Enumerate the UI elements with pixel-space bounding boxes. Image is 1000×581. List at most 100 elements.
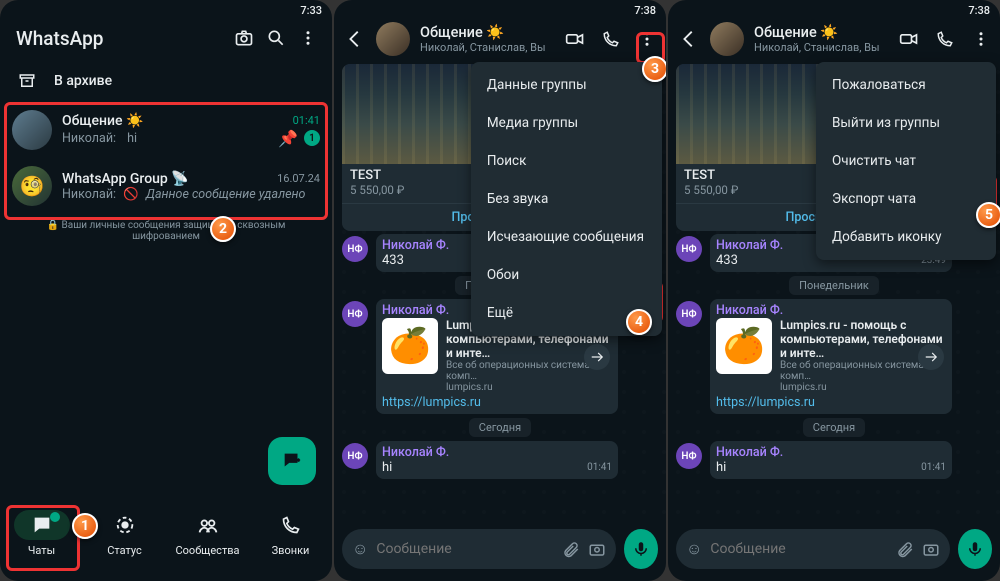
chat-item[interactable]: Общение ☀️ 01:41 Николай: hi 📌 1 <box>0 102 332 158</box>
nav-label: Звонки <box>272 544 310 557</box>
menu-report[interactable]: Пожаловаться <box>816 66 996 104</box>
pin-icon: 📌 <box>278 129 298 148</box>
options-submenu: Пожаловаться Выйти из группы Очистить ча… <box>816 62 996 260</box>
forward-icon[interactable] <box>584 344 610 370</box>
attach-icon[interactable] <box>896 540 914 558</box>
message-in[interactable]: НФ Николай Ф. hi01:41 <box>376 441 618 479</box>
video-call-icon[interactable] <box>894 24 924 54</box>
msg-text: hi <box>382 460 392 475</box>
menu-export-chat[interactable]: Экспорт чата <box>816 180 996 218</box>
attach-icon[interactable] <box>562 540 580 558</box>
sender-avatar: НФ <box>676 443 702 469</box>
avatar[interactable] <box>376 22 410 56</box>
back-icon[interactable] <box>674 28 704 50</box>
link-url[interactable]: https://lumpics.ru <box>716 395 946 410</box>
input-bar: ☺ <box>668 521 1000 581</box>
sender-name: Николай Ф. <box>382 445 612 460</box>
chat-members: Николай, Станислав, Вы <box>754 41 888 54</box>
chat-members: Николай, Станислав, Вы <box>420 41 554 54</box>
menu-group-info[interactable]: Данные группы <box>471 66 662 104</box>
video-call-icon[interactable] <box>560 24 590 54</box>
status-bar: 7:33 <box>0 0 332 16</box>
camera-icon[interactable] <box>588 540 606 558</box>
screen-chat-submenu: 7:38 Общение ☀️ Николай, Станислав, Вы T… <box>668 0 1000 581</box>
msg-text: hi <box>716 460 726 475</box>
forward-icon[interactable] <box>918 344 944 370</box>
header-title-block[interactable]: Общение ☀️ Николай, Станислав, Вы <box>416 24 554 54</box>
link-domain: lumpics.ru <box>446 382 612 393</box>
chat-name: Общение ☀️ <box>62 113 143 129</box>
avatar <box>12 110 52 150</box>
annotation-5: 5 <box>976 202 1000 228</box>
message-field[interactable]: ☺ <box>342 529 616 569</box>
status-time: 7:33 <box>300 4 322 17</box>
mic-button[interactable] <box>958 529 992 569</box>
avatar[interactable] <box>710 22 744 56</box>
bottom-nav: Чаты Статус Сообщества Звонки <box>0 495 332 581</box>
chat-header: Общение ☀️ Николай, Станислав, Вы <box>334 16 666 62</box>
status-bar: 7:38 <box>334 0 666 16</box>
sender-avatar: НФ <box>342 443 368 469</box>
nav-calls[interactable]: Звонки <box>249 497 332 569</box>
more-icon[interactable] <box>632 24 662 54</box>
media-price: 5 550,00 ₽ <box>350 183 404 197</box>
day-separator: Понедельник <box>789 276 879 295</box>
more-icon[interactable] <box>294 24 322 52</box>
sender-name: Николай Ф. <box>716 303 946 318</box>
menu-add-shortcut[interactable]: Добавить иконку <box>816 218 996 256</box>
nav-label: Сообщества <box>175 544 239 557</box>
options-menu: Данные группы Медиа группы Поиск Без зву… <box>471 62 662 336</box>
back-icon[interactable] <box>340 28 370 50</box>
archive-icon <box>16 70 38 92</box>
screen-chat-menu: 7:38 Общение ☀️ Николай, Станислав, Вы 3… <box>334 0 666 581</box>
chat-header: Общение ☀️ Николай, Станислав, Вы <box>668 16 1000 62</box>
more-icon[interactable] <box>966 24 996 54</box>
avatar: 🧐 <box>12 166 52 206</box>
day-separator: Сегодня <box>469 418 531 437</box>
menu-wallpaper[interactable]: Обои <box>471 256 662 294</box>
link-thumbnail: 🍊 <box>716 318 772 374</box>
nav-label: Статус <box>107 544 142 557</box>
msg-time: 01:41 <box>921 462 946 473</box>
search-icon[interactable] <box>262 24 290 52</box>
chat-preview: Николай: hi <box>62 131 137 146</box>
input-bar: ☺ <box>334 521 666 581</box>
emoji-icon[interactable]: ☺ <box>686 539 702 559</box>
unread-badge: 1 <box>304 130 320 146</box>
menu-disappearing[interactable]: Исчезающие сообщения <box>471 218 662 256</box>
nav-communities[interactable]: Сообщества <box>166 497 249 569</box>
menu-mute[interactable]: Без звука <box>471 180 662 218</box>
link-message[interactable]: НФ Николай Ф. 🍊 Lumpics.ru - помощь с ко… <box>710 299 952 414</box>
message-input[interactable] <box>376 541 554 557</box>
chat-name: WhatsApp Group 📡 <box>62 171 189 187</box>
status-time: 7:38 <box>634 4 656 17</box>
emoji-icon[interactable]: ☺ <box>352 539 368 559</box>
day-separator: Сегодня <box>803 418 865 437</box>
menu-group-media[interactable]: Медиа группы <box>471 104 662 142</box>
annotation-3: 3 <box>642 56 666 82</box>
archive-row[interactable]: В архиве <box>0 60 332 102</box>
annotation-4: 4 <box>626 309 652 335</box>
app-title: WhatsApp <box>16 27 226 50</box>
sender-avatar: НФ <box>342 301 368 327</box>
link-url[interactable]: https://lumpics.ru <box>382 395 612 410</box>
chat-item[interactable]: 🧐 WhatsApp Group 📡 16.07.24 Николай: 🚫 Д… <box>0 158 332 214</box>
call-icon[interactable] <box>930 24 960 54</box>
mic-button[interactable] <box>624 529 658 569</box>
menu-exit-group[interactable]: Выйти из группы <box>816 104 996 142</box>
message-in[interactable]: НФ Николай Ф. hi01:41 <box>710 441 952 479</box>
annotation-2: 2 <box>210 216 236 242</box>
camera-icon[interactable] <box>230 24 258 52</box>
new-chat-fab[interactable] <box>268 437 316 485</box>
header-title-block[interactable]: Общение ☀️ Николай, Станислав, Вы <box>750 24 888 54</box>
message-input[interactable] <box>710 541 888 557</box>
menu-clear-chat[interactable]: Очистить чат <box>816 142 996 180</box>
camera-icon[interactable] <box>922 540 940 558</box>
menu-search[interactable]: Поиск <box>471 142 662 180</box>
media-price: 5 550,00 ₽ <box>684 183 738 197</box>
annotation-1: 1 <box>72 513 98 539</box>
status-time: 7:38 <box>968 4 990 17</box>
message-field[interactable]: ☺ <box>676 529 950 569</box>
chat-time: 16.07.24 <box>277 172 320 185</box>
call-icon[interactable] <box>596 24 626 54</box>
